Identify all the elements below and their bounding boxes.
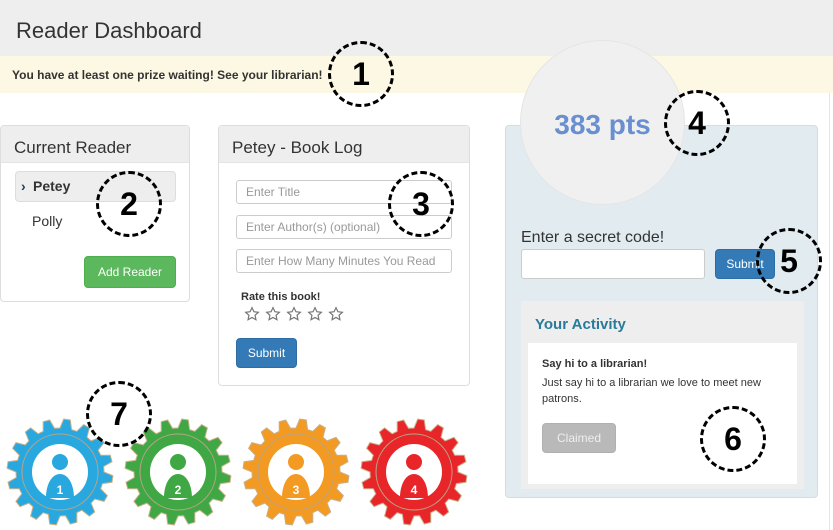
star-rating[interactable] (244, 306, 344, 322)
prize-alert: You have at least one prize waiting! See… (0, 56, 833, 93)
callout-number: 3 (412, 186, 430, 222)
star-icon[interactable] (328, 306, 344, 322)
reader-name: Polly (32, 213, 63, 229)
log-submit-button[interactable]: Submit (236, 338, 297, 368)
top-bar: Reader Dashboard (0, 0, 833, 56)
callout-6: 6 (700, 406, 766, 472)
star-icon[interactable] (307, 306, 323, 322)
rate-label: Rate this book! (241, 291, 321, 303)
badge-level: 3 (293, 483, 300, 497)
current-reader-panel: Current Reader › Petey Polly Add Reader (0, 125, 190, 302)
callout-4: 4 (664, 90, 730, 156)
star-icon[interactable] (265, 306, 281, 322)
reader-name: Petey (33, 178, 71, 194)
chevron-right-icon: › (21, 178, 26, 194)
callout-3: 3 (388, 171, 454, 237)
badge-level: 1 (57, 483, 64, 497)
activity-section: Your Activity Say hi to a librarian! Jus… (521, 301, 804, 489)
add-reader-button[interactable]: Add Reader (84, 256, 176, 288)
callout-5: 5 (756, 228, 822, 294)
callout-7: 7 (86, 381, 152, 447)
panel-title: Current Reader (1, 126, 189, 163)
star-icon[interactable] (244, 306, 260, 322)
divider (829, 93, 830, 530)
star-icon[interactable] (286, 306, 302, 322)
secret-code-label: Enter a secret code! (521, 229, 665, 246)
reader-at-desk-badge-icon[interactable]: 4 (360, 418, 468, 526)
callout-number: 4 (688, 105, 706, 141)
badge-level: 2 (175, 483, 182, 497)
activity-item-description: Just say hi to a librarian we love to me… (542, 377, 761, 405)
activity-title: Your Activity (535, 316, 626, 333)
page-title: Reader Dashboard (16, 18, 202, 43)
panel-title: Petey - Book Log (219, 126, 469, 163)
callout-1: 1 (328, 41, 394, 107)
points-value: 383 pts (554, 109, 651, 140)
callout-number: 1 (352, 56, 370, 92)
callout-number: 7 (110, 396, 128, 432)
badge-level: 4 (411, 483, 418, 497)
secret-code-input[interactable] (521, 249, 705, 279)
callout-number: 6 (724, 421, 742, 457)
callout-number: 2 (120, 186, 138, 222)
reader-at-desk-badge-icon[interactable]: 3 (242, 418, 350, 526)
points-display: 383 pts (520, 40, 685, 205)
minutes-input[interactable] (236, 249, 452, 273)
activity-item-title: Say hi to a librarian! (542, 358, 648, 370)
claimed-button[interactable]: Claimed (542, 423, 616, 453)
book-log-panel: Petey - Book Log Rate this book! Submit (218, 125, 470, 386)
alert-message: You have at least one prize waiting! See… (12, 68, 323, 82)
activity-item: Say hi to a librarian! Just say hi to a … (528, 343, 797, 484)
callout-2: 2 (96, 171, 162, 237)
callout-number: 5 (780, 243, 798, 279)
